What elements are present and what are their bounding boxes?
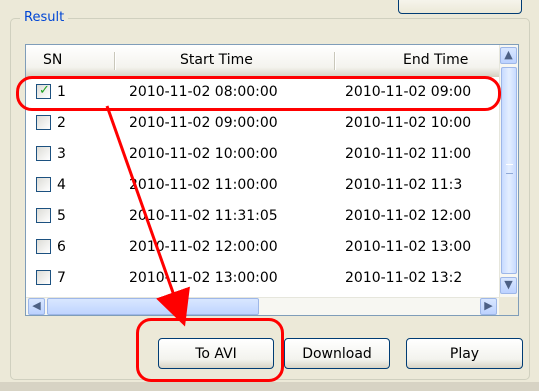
bottom-window-edge xyxy=(0,382,539,391)
to-avi-button[interactable]: To AVI xyxy=(158,338,274,369)
end-time-cell: 2010-11-02 09:00 xyxy=(345,84,472,100)
checkbox-icon[interactable]: ✓ xyxy=(36,115,51,130)
sn-cell: 5 xyxy=(57,208,66,224)
column-header-sn[interactable]: SN xyxy=(43,45,87,76)
chevron-up-icon[interactable]: ▲ xyxy=(500,47,517,64)
start-time-cell: 2010-11-02 10:00:00 xyxy=(129,146,278,162)
vertical-scroll-thumb[interactable] xyxy=(501,67,517,274)
start-time-cell: 2010-11-02 11:00:00 xyxy=(129,177,278,193)
horizontal-scroll-thumb[interactable] xyxy=(47,298,259,315)
table-row[interactable]: ✓ 2 2010-11-02 09:00:00 2010-11-02 10:00 xyxy=(26,108,500,139)
checkbox-icon[interactable]: ✓ xyxy=(36,208,51,223)
start-time-cell: 2010-11-02 12:00:00 xyxy=(129,239,278,255)
checkbox-icon[interactable]: ✓ xyxy=(36,239,51,254)
vertical-scrollbar[interactable]: ▲ ▼ xyxy=(499,45,518,297)
sn-cell: 4 xyxy=(57,177,66,193)
end-time-cell: 2010-11-02 13:2 xyxy=(345,270,463,286)
column-divider[interactable] xyxy=(334,52,335,70)
checkbox-icon[interactable]: ✓ xyxy=(36,270,51,285)
sn-cell: 6 xyxy=(57,239,66,255)
start-time-cell: 2010-11-02 13:00:00 xyxy=(129,270,278,286)
chevron-right-icon[interactable]: ▶ xyxy=(480,298,497,315)
chevron-left-icon[interactable]: ◀ xyxy=(28,298,45,315)
record-result-window: Result SN Start Time End Time ✓ 1 2010-1… xyxy=(0,0,539,391)
column-divider[interactable] xyxy=(114,52,115,70)
table-row[interactable]: ✓ 5 2010-11-02 11:31:05 2010-11-02 12:00 xyxy=(26,201,500,232)
scrollbar-corner xyxy=(499,297,518,315)
result-list[interactable]: SN Start Time End Time ✓ 1 2010-11-02 08… xyxy=(25,44,519,316)
table-row[interactable]: ✓ 7 2010-11-02 13:00:00 2010-11-02 13:2 xyxy=(26,263,500,294)
table-row[interactable]: ✓ 3 2010-11-02 10:00:00 2010-11-02 11:00 xyxy=(26,139,500,170)
column-header-start-time[interactable]: Start Time xyxy=(180,45,280,76)
top-partial-button[interactable] xyxy=(398,0,522,14)
table-row[interactable]: ✓ 6 2010-11-02 12:00:00 2010-11-02 13:00 xyxy=(26,232,500,263)
play-button[interactable]: Play xyxy=(406,338,523,369)
chevron-down-icon[interactable]: ▼ xyxy=(500,277,517,294)
table-row[interactable]: ✓ 4 2010-11-02 11:00:00 2010-11-02 11:3 xyxy=(26,170,500,201)
result-groupbox-title: Result xyxy=(20,10,69,26)
table-rows: ✓ 1 2010-11-02 08:00:00 2010-11-02 09:00… xyxy=(26,77,500,299)
sn-cell: 7 xyxy=(57,270,66,286)
start-time-cell: 2010-11-02 11:31:05 xyxy=(129,208,278,224)
sn-cell: 2 xyxy=(57,115,66,131)
end-time-cell: 2010-11-02 12:00 xyxy=(345,208,472,224)
checkbox-icon[interactable]: ✓ xyxy=(36,177,51,192)
sn-cell: 3 xyxy=(57,146,66,162)
end-time-cell: 2010-11-02 11:00 xyxy=(345,146,472,162)
table-header: SN Start Time End Time xyxy=(26,45,500,77)
end-time-cell: 2010-11-02 13:00 xyxy=(345,239,472,255)
checkbox-icon[interactable]: ✓ xyxy=(36,146,51,161)
horizontal-scrollbar[interactable]: ◀ ▶ xyxy=(26,297,518,315)
end-time-cell: 2010-11-02 10:00 xyxy=(345,115,472,131)
column-header-end-time[interactable]: End Time xyxy=(403,45,487,76)
table-row[interactable]: ✓ 1 2010-11-02 08:00:00 2010-11-02 09:00 xyxy=(26,77,500,108)
start-time-cell: 2010-11-02 08:00:00 xyxy=(129,84,278,100)
end-time-cell: 2010-11-02 11:3 xyxy=(345,177,463,193)
start-time-cell: 2010-11-02 09:00:00 xyxy=(129,115,278,131)
checkbox-icon[interactable]: ✓ xyxy=(36,84,51,99)
download-button[interactable]: Download xyxy=(284,338,390,369)
sn-cell: 1 xyxy=(57,84,66,100)
